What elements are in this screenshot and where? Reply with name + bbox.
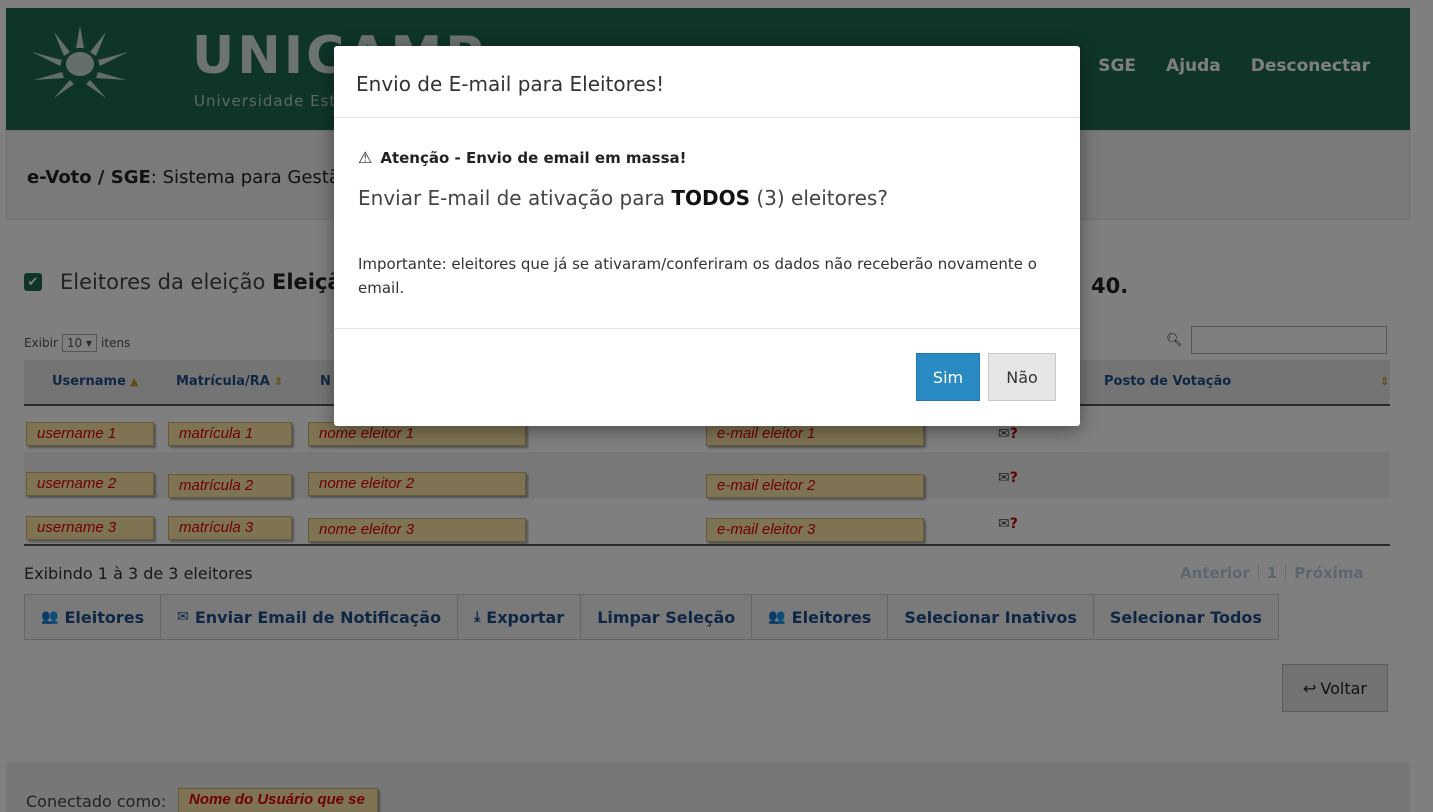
- email-confirm-dialog: Envio de E-mail para Eleitores! ⚠ Atençã…: [334, 46, 1080, 426]
- dialog-title: Envio de E-mail para Eleitores!: [356, 72, 665, 96]
- confirm-no-button[interactable]: Não: [988, 353, 1056, 401]
- question-post: (3) eleitores?: [750, 186, 888, 210]
- dialog-header: Envio de E-mail para Eleitores!: [334, 46, 1080, 118]
- dialog-body: ⚠ Atenção - Envio de email em massa! Env…: [334, 118, 1080, 328]
- dialog-question: Enviar E-mail de ativação para TODOS (3)…: [358, 186, 888, 210]
- warning-text: Atenção - Envio de email em massa!: [380, 148, 687, 167]
- dialog-footer: Sim Não: [334, 328, 1080, 426]
- confirm-yes-button[interactable]: Sim: [916, 353, 980, 401]
- question-pre: Enviar E-mail de ativação para: [358, 186, 672, 210]
- warning-icon: ⚠: [358, 148, 373, 167]
- dialog-warning: ⚠ Atenção - Envio de email em massa!: [358, 148, 687, 167]
- dialog-important-note: Importante: eleitores que já se ativaram…: [358, 255, 1037, 297]
- question-bold: TODOS: [671, 186, 750, 210]
